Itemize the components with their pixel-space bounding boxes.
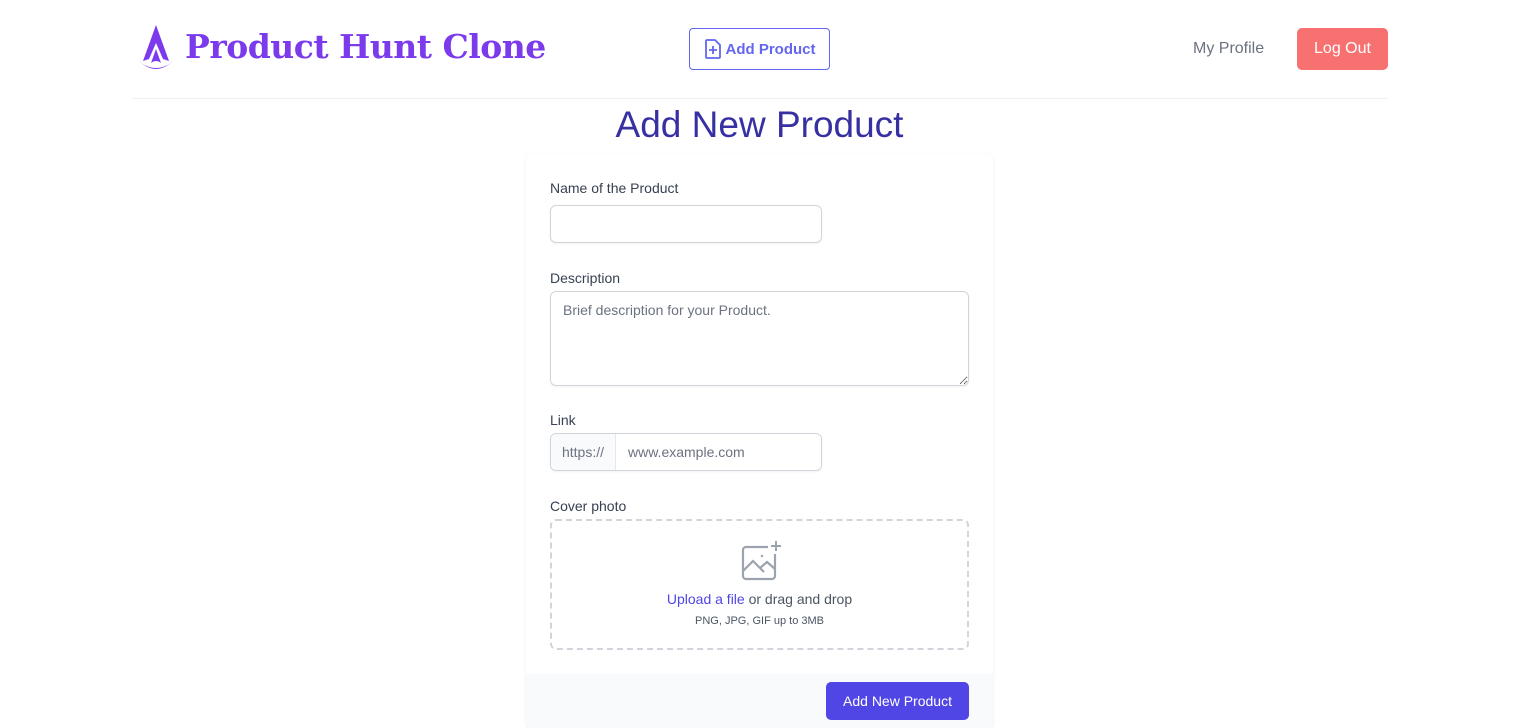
add-product-button[interactable]: Add Product	[689, 28, 830, 70]
drag-drop-text: or drag and drop	[744, 591, 853, 607]
cover-photo-dropzone[interactable]: Upload a file or drag and drop PNG, JPG,…	[550, 519, 969, 650]
my-profile-link[interactable]: My Profile	[1193, 40, 1264, 58]
description-textarea[interactable]	[550, 291, 969, 386]
assassin-creed-logo-icon	[139, 25, 173, 69]
add-new-product-button[interactable]: Add New Product	[826, 682, 969, 720]
image-plus-icon	[741, 541, 782, 581]
description-label: Description	[550, 270, 621, 286]
drop-instructions: Upload a file or drag and drop	[552, 591, 967, 607]
link-prefix: https://	[551, 434, 616, 470]
brand-title: Product Hunt Clone	[185, 26, 546, 66]
name-label: Name of the Product	[550, 180, 679, 196]
link-label: Link	[550, 412, 576, 428]
upload-file-link[interactable]: Upload a file	[667, 591, 745, 607]
cover-photo-label: Cover photo	[550, 498, 627, 514]
form-footer: Add New Product	[526, 674, 993, 728]
add-product-form: Name of the Product Description Link htt…	[526, 154, 993, 728]
logout-button[interactable]: Log Out	[1297, 28, 1388, 70]
product-name-input[interactable]	[550, 205, 822, 243]
brand[interactable]: Product Hunt Clone	[137, 23, 546, 73]
document-plus-icon	[704, 39, 721, 59]
upload-hint: PNG, JPG, GIF up to 3MB	[695, 615, 824, 627]
link-input[interactable]	[616, 434, 821, 470]
add-product-label: Add Product	[725, 40, 816, 58]
top-navbar: Product Hunt Clone Add Product My Profil…	[132, 0, 1388, 99]
link-field: https://	[550, 433, 822, 471]
page-title: Add New Product	[615, 104, 904, 145]
